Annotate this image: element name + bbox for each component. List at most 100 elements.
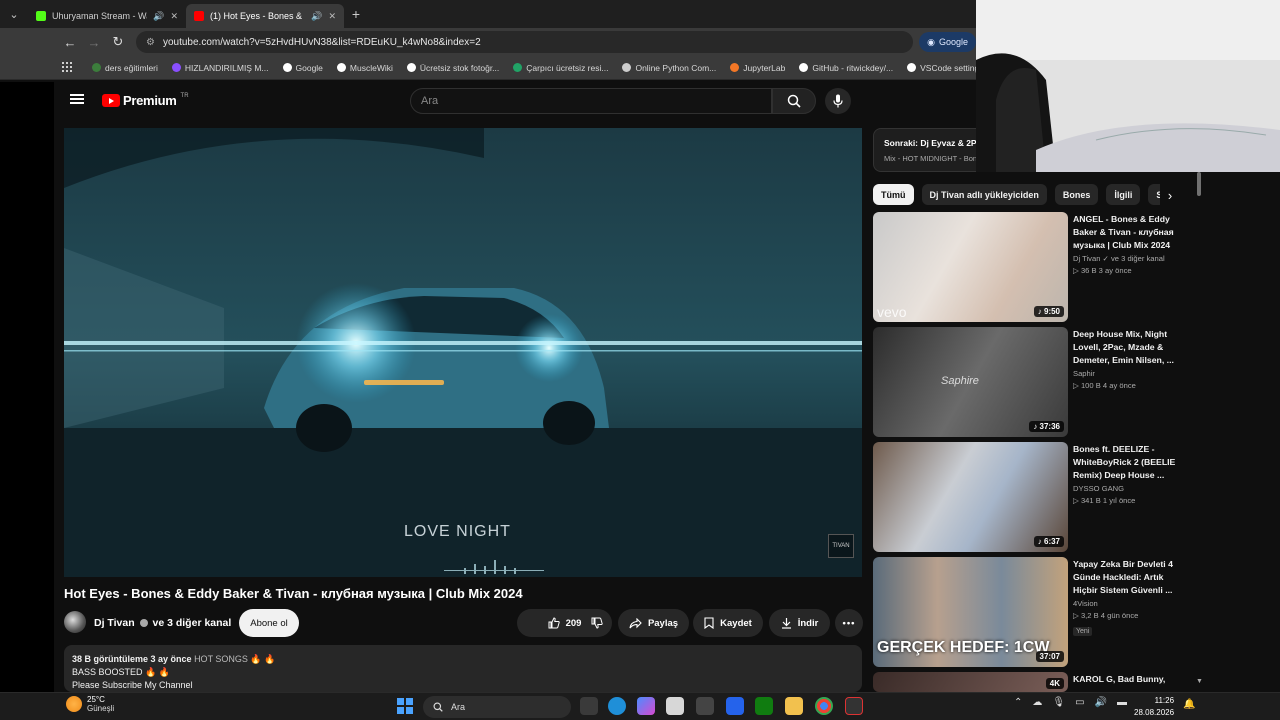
- up-next-subtitle: Mix - HOT MIDNIGHT - Bones: [884, 154, 976, 163]
- screen: ⌄ Uhuryaman Stream - Watch 🔊 ✕ (1) Hot E…: [0, 0, 1280, 720]
- audio-icon[interactable]: 🔊: [153, 11, 164, 22]
- audio-icon[interactable]: 🔊: [311, 11, 322, 22]
- recommended-channel[interactable]: DYSSO GANG: [1073, 484, 1181, 493]
- google-lens-chip[interactable]: ◉ Google: [919, 32, 976, 52]
- recommended-video[interactable]: GERÇEK HEDEF: 1CW 37:07 Yapay Zeka Bir Dev…: [873, 557, 1183, 667]
- dislike-button[interactable]: [582, 609, 612, 637]
- recommended-title[interactable]: Bones ft. DEELIZE - WhiteBoyRick 2 (BEEL…: [1073, 443, 1181, 482]
- share-button[interactable]: Paylaş: [618, 609, 689, 637]
- filter-chip[interactable]: İlgili: [1106, 184, 1141, 205]
- recommended-title[interactable]: Deep House Mix, Night Lovell, 2Pac, Mzad…: [1073, 328, 1181, 367]
- edge-icon[interactable]: [608, 697, 626, 715]
- notification-bell-icon[interactable]: 🔔: [1183, 699, 1195, 710]
- search-input[interactable]: Ara: [410, 88, 772, 114]
- scroll-down-arrow-icon[interactable]: ▼: [1196, 678, 1203, 685]
- save-button[interactable]: Kaydet: [693, 609, 763, 637]
- search-button[interactable]: [772, 88, 816, 114]
- more-actions-button[interactable]: •••: [835, 609, 863, 637]
- voice-search-button[interactable]: [825, 88, 851, 114]
- filter-chip[interactable]: Tümü: [873, 184, 914, 205]
- bookmark-label: GitHub - ritwickdey/...: [812, 62, 894, 73]
- battery-icon[interactable]: ▬: [1117, 697, 1127, 708]
- task-view-icon[interactable]: [580, 697, 598, 715]
- chrome-icon[interactable]: [815, 697, 833, 715]
- up-next-banner[interactable]: Sonraki: Dj Eyvaz & 2Pac Mix - HOT MIDNI…: [873, 128, 976, 172]
- channel-watermark[interactable]: TIVAN: [828, 534, 854, 558]
- bookmark-item[interactable]: JupyterLab: [730, 63, 785, 73]
- store-icon[interactable]: [666, 697, 684, 715]
- taskbar-search[interactable]: Ara: [423, 696, 571, 718]
- tab-title: (1) Hot Eyes - Bones & Eddy: [210, 11, 305, 21]
- video-thumbnail[interactable]: Saphire ♪ 37:36: [873, 327, 1068, 437]
- xbox-icon[interactable]: [755, 697, 773, 715]
- reload-button[interactable]: ↻: [106, 34, 130, 50]
- video-thumbnail[interactable]: ♪ 6:37: [873, 442, 1068, 552]
- hamburger-menu-icon[interactable]: [70, 94, 84, 104]
- tab-search-icon[interactable]: ⌄: [0, 0, 28, 28]
- subscribe-button[interactable]: Abone ol: [239, 609, 299, 637]
- logo-region: TR: [180, 93, 189, 99]
- chip-scroll-right-icon[interactable]: ›: [1160, 184, 1180, 206]
- recommended-title[interactable]: KAROL G, Bad Bunny,: [1073, 673, 1181, 686]
- video-thumbnail[interactable]: 4K: [873, 672, 1068, 692]
- channel-avatar[interactable]: [64, 611, 86, 633]
- windows-taskbar: 25°C Güneşli Ara ⌃ ☁ 🎙 ▭ 🔊 ▬ 11:26 28.08…: [0, 692, 1280, 720]
- weather-widget[interactable]: 25°C Güneşli: [66, 695, 114, 713]
- site-info-icon[interactable]: ⚙: [146, 37, 155, 48]
- recommended-title[interactable]: Yapay Zeka Bir Devleti 4 Günde Hackledi:…: [1073, 558, 1181, 597]
- channel-name[interactable]: Dj Tivan ve 3 diğer kanal: [94, 617, 231, 629]
- description-box[interactable]: 38 B görüntüleme 3 ay önce HOT SONGS 🔥 🔥…: [64, 645, 862, 692]
- windows-start-icon[interactable]: [397, 698, 413, 714]
- back-button[interactable]: ←: [58, 35, 82, 50]
- apps-grid-icon[interactable]: [62, 62, 72, 72]
- settings-app-icon[interactable]: [696, 697, 714, 715]
- bookmark-item[interactable]: Ücretsiz stok fotoğr...: [406, 63, 499, 73]
- filter-chip[interactable]: Bones: [1054, 184, 1099, 205]
- obs-icon[interactable]: [845, 697, 863, 715]
- address-bar[interactable]: ⚙ youtube.com/watch?v=5zHvdHUvN38&list=R…: [136, 31, 914, 53]
- scrollbar-thumb[interactable]: [1197, 172, 1201, 196]
- video-player[interactable]: LOVE NIGHT TIVAN: [64, 128, 862, 577]
- youtube-premium-logo[interactable]: Premium TR: [102, 93, 189, 108]
- onedrive-icon[interactable]: ☁: [1032, 697, 1042, 708]
- recommended-title[interactable]: ANGEL - Bones & Eddy Baker & Tivan - клу…: [1073, 213, 1181, 252]
- bookmark-item[interactable]: MuscleWiki: [336, 62, 393, 73]
- volume-icon[interactable]: 🔊: [1095, 697, 1107, 708]
- recommended-video[interactable]: vevo ♪ 9:50 ANGEL - Bones & Eddy Baker & T…: [873, 212, 1183, 322]
- forward-button[interactable]: →: [82, 35, 106, 50]
- file-explorer-icon[interactable]: [785, 697, 803, 715]
- bookmark-item[interactable]: Online Python Com...: [622, 63, 716, 73]
- display-icon[interactable]: ▭: [1075, 697, 1084, 708]
- clock-date: 28.08.2026: [1134, 708, 1175, 717]
- recommended-video[interactable]: ♪ 6:37 Bones ft. DEELIZE - WhiteBoyRick 2…: [873, 442, 1183, 552]
- taskbar-search-label: Ara: [451, 702, 466, 712]
- video-duration: ♪ 9:50: [1033, 306, 1064, 317]
- bookmark-item[interactable]: GitHub - ritwickdey/...: [799, 63, 893, 73]
- recommended-video[interactable]: Saphire ♪ 37:36 Deep House Mix, Night Love…: [873, 327, 1183, 437]
- bookmark-item[interactable]: Google: [282, 63, 323, 73]
- copilot-icon[interactable]: [637, 697, 655, 715]
- tray-chevron-icon[interactable]: ⌃: [1014, 697, 1022, 708]
- recommended-channel[interactable]: Saphir: [1073, 369, 1181, 378]
- bookmark-item[interactable]: ders eğitimleri: [92, 63, 158, 73]
- tab-uhuryaman[interactable]: Uhuryaman Stream - Watch 🔊 ✕: [28, 4, 186, 28]
- recommended-channel[interactable]: 4Vision: [1073, 599, 1181, 608]
- bookmark-label: MuscleWiki: [349, 62, 393, 73]
- mic-tray-icon[interactable]: 🎙: [1052, 697, 1065, 708]
- recommended-video[interactable]: 4K KAROL G, Bad Bunny,: [873, 672, 1183, 692]
- system-clock[interactable]: 11:26 28.08.2026: [1134, 695, 1174, 719]
- bookmark-item[interactable]: HIZLANDIRILMIŞ M...: [171, 63, 269, 73]
- new-tab-button[interactable]: +: [344, 6, 368, 22]
- close-tab-icon[interactable]: ✕: [328, 11, 336, 22]
- video-thumbnail[interactable]: vevo ♪ 9:50: [873, 212, 1068, 322]
- close-tab-icon[interactable]: ✕: [170, 11, 178, 22]
- video-thumbnail[interactable]: GERÇEK HEDEF: 1CW 37:07: [873, 557, 1068, 667]
- filter-chip[interactable]: Dj Tivan adlı yükleyiciden: [921, 184, 1047, 205]
- thumbnail-text: Saphire: [941, 375, 979, 387]
- recommended-channel[interactable]: Dj Tivan ✓ ve 3 diğer kanal: [1073, 254, 1181, 263]
- url-text: youtube.com/watch?v=5zHvdHUvN38&list=RDE…: [162, 36, 481, 48]
- bookmark-item[interactable]: Çarpıcı ücretsiz resi...: [513, 63, 608, 73]
- tab-hot-eyes[interactable]: (1) Hot Eyes - Bones & Eddy 🔊 ✕: [186, 4, 344, 28]
- vscode-icon[interactable]: [726, 697, 744, 715]
- download-button[interactable]: İndir: [769, 609, 830, 637]
